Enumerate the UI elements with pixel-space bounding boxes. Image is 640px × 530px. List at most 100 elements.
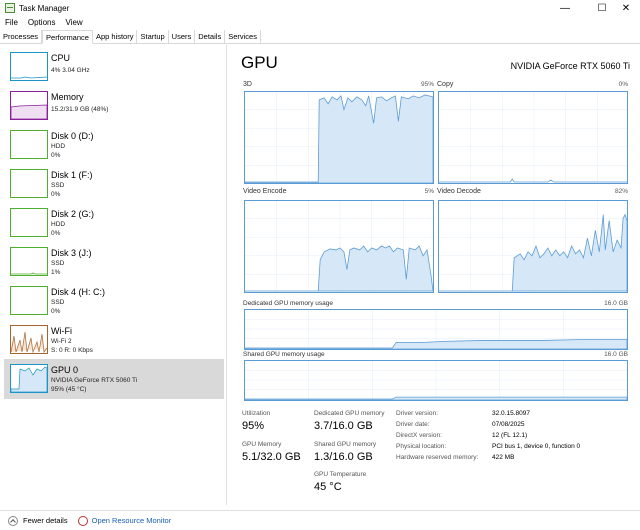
sidebar-item-sub: SSD	[51, 182, 65, 189]
sidebar-item-sub: 95% (45 °C)	[51, 386, 87, 393]
sidebar-item-label: Disk 4 (H: C:)	[51, 287, 105, 297]
fewer-details-button[interactable]: Fewer details	[23, 516, 68, 525]
minimize-button[interactable]: —	[550, 0, 580, 16]
sidebar-item-disk2[interactable]: Disk 2 (G:) HDD 0%	[4, 203, 224, 243]
sidebar-item-memory[interactable]: Memory 15.2/31.9 GB (48%)	[4, 86, 224, 126]
tab-processes[interactable]: Processes	[0, 30, 43, 43]
sidebar-item-sub: NVIDIA GeForce RTX 5060 Ti	[51, 377, 138, 384]
sidebar-item-sub: SSD	[51, 299, 65, 306]
sidebar-item-label: GPU 0	[51, 365, 79, 375]
page-title: GPU	[241, 53, 278, 72]
title-bar: Task Manager	[0, 0, 640, 16]
info-label: DirectX version:	[396, 432, 442, 439]
shared-memory-label: Shared GPU memory usage	[243, 351, 325, 358]
graph-video-decode	[438, 200, 628, 293]
sidebar-item-sub: S: 0 R: 0 Kbps	[51, 347, 93, 354]
sidebar-item-sub: 4% 3.04 GHz	[51, 67, 90, 74]
tab-performance[interactable]: Performance	[42, 30, 93, 44]
tab-services[interactable]: Services	[225, 30, 261, 43]
disk-thumbnail	[10, 130, 48, 159]
close-button[interactable]: ✕	[611, 0, 640, 16]
menu-bar: File Options View	[0, 16, 88, 30]
sidebar-item-label: Disk 3 (J:)	[51, 248, 92, 258]
sidebar-item-wifi[interactable]: Wi-Fi Wi-Fi 2 S: 0 R: 0 Kbps	[4, 320, 224, 360]
graph-copy	[438, 91, 628, 184]
sidebar-item-disk0[interactable]: Disk 0 (D:) HDD 0%	[4, 125, 224, 165]
graph-dedicated-memory	[244, 309, 628, 350]
sidebar-item-sub: HDD	[51, 221, 66, 228]
shared-memory-max: 16.0 GB	[604, 351, 628, 358]
graph-pct-video-encode: 5%	[424, 188, 434, 195]
graph-label-video-decode[interactable]: Video Decode	[437, 188, 481, 195]
graph-shared-memory	[244, 360, 628, 401]
graph-video-encode	[244, 200, 434, 293]
open-resource-monitor-link[interactable]: Open Resource Monitor	[92, 516, 172, 525]
info-label: Driver date:	[396, 421, 430, 428]
gpu-model-name: NVIDIA GeForce RTX 5060 Ti	[510, 61, 630, 71]
menu-options[interactable]: Options	[23, 16, 61, 30]
wifi-thumbnail	[10, 325, 48, 354]
tab-app-history[interactable]: App history	[93, 30, 138, 43]
graph-label-video-encode[interactable]: Video Encode	[243, 188, 286, 195]
sidebar-item-sub: 15.2/31.9 GB (48%)	[51, 106, 109, 113]
sidebar-item-disk1[interactable]: Disk 1 (F:) SSD 0%	[4, 164, 224, 204]
sidebar-item-sub: 0%	[51, 230, 61, 237]
gpu-thumbnail	[10, 364, 48, 393]
graph-pct-video-decode: 82%	[614, 188, 628, 195]
resource-monitor-icon	[77, 515, 88, 526]
info-value: 32.0.15.8097	[492, 410, 530, 417]
sidebar-item-disk3[interactable]: Disk 3 (J:) SSD 1%	[4, 242, 224, 282]
dedicated-gpu-memory-value: 3.7/16.0 GB	[314, 420, 373, 432]
graph-label-copy[interactable]: Copy	[437, 81, 453, 88]
sidebar-item-label: Wi-Fi	[51, 326, 72, 336]
disk-thumbnail	[10, 286, 48, 315]
sidebar-item-label: Disk 2 (G:)	[51, 209, 95, 219]
graph-pct-3d: 95%	[420, 81, 434, 88]
shared-gpu-memory-value: 1.3/16.0 GB	[314, 451, 373, 463]
sidebar-item-sub: SSD	[51, 260, 65, 267]
gpu-temperature-value: 45 °C	[314, 481, 342, 493]
sidebar: CPU 4% 3.04 GHz Memory 15.2/31.9 GB (48%…	[0, 45, 227, 505]
task-manager-icon	[5, 3, 15, 13]
info-label: Driver version:	[396, 410, 438, 417]
info-value: 07/08/2025	[492, 421, 525, 428]
window-title: Task Manager	[19, 3, 70, 13]
menu-file[interactable]: File	[0, 16, 23, 30]
tab-bar: Processes Performance App history Startu…	[0, 30, 640, 44]
info-value: PCI bus 1, device 0, function 0	[492, 443, 581, 450]
gpu-memory-label: GPU Memory	[242, 441, 282, 448]
chevron-up-icon[interactable]	[8, 515, 18, 526]
sidebar-item-sub: 0%	[51, 308, 61, 315]
disk-thumbnail	[10, 208, 48, 237]
info-label: Hardware reserved memory:	[396, 454, 479, 461]
gpu-memory-value: 5.1/32.0 GB	[242, 451, 301, 463]
dedicated-gpu-memory-label: Dedicated GPU memory	[314, 410, 385, 417]
graph-3d	[244, 91, 434, 184]
disk-thumbnail	[10, 247, 48, 276]
sidebar-item-sub: 0%	[51, 152, 61, 159]
sidebar-item-sub: HDD	[51, 143, 66, 150]
sidebar-item-sub: 0%	[51, 191, 61, 198]
tab-details[interactable]: Details	[195, 30, 226, 43]
gpu-temperature-label: GPU Temperature	[314, 471, 367, 478]
info-value: 422 MB	[492, 454, 515, 461]
tab-users[interactable]: Users	[169, 30, 196, 43]
graph-label-3d[interactable]: 3D	[243, 81, 252, 88]
info-value: 12 (FL 12.1)	[492, 432, 528, 439]
sidebar-item-cpu[interactable]: CPU 4% 3.04 GHz	[4, 47, 224, 87]
memory-thumbnail	[10, 91, 48, 120]
sidebar-item-label: Memory	[51, 92, 84, 102]
sidebar-item-disk4[interactable]: Disk 4 (H: C:) SSD 0%	[4, 281, 224, 321]
sidebar-item-label: CPU	[51, 53, 71, 63]
info-label: Physical location:	[396, 443, 447, 450]
menu-view[interactable]: View	[60, 16, 87, 30]
dedicated-memory-max: 16.0 GB	[604, 300, 628, 307]
utilization-label: Utilization	[242, 410, 271, 417]
shared-gpu-memory-label: Shared GPU memory	[314, 441, 377, 448]
gpu-panel: GPU NVIDIA GeForce RTX 5060 Ti 3D 95% Co…	[232, 45, 640, 505]
sidebar-item-label: Disk 0 (D:)	[51, 131, 94, 141]
graph-pct-copy: 0%	[618, 81, 628, 88]
tab-startup[interactable]: Startup	[137, 30, 169, 43]
sidebar-item-label: Disk 1 (F:)	[51, 170, 93, 180]
sidebar-item-gpu0[interactable]: GPU 0 NVIDIA GeForce RTX 5060 Ti 95% (45…	[4, 359, 224, 399]
